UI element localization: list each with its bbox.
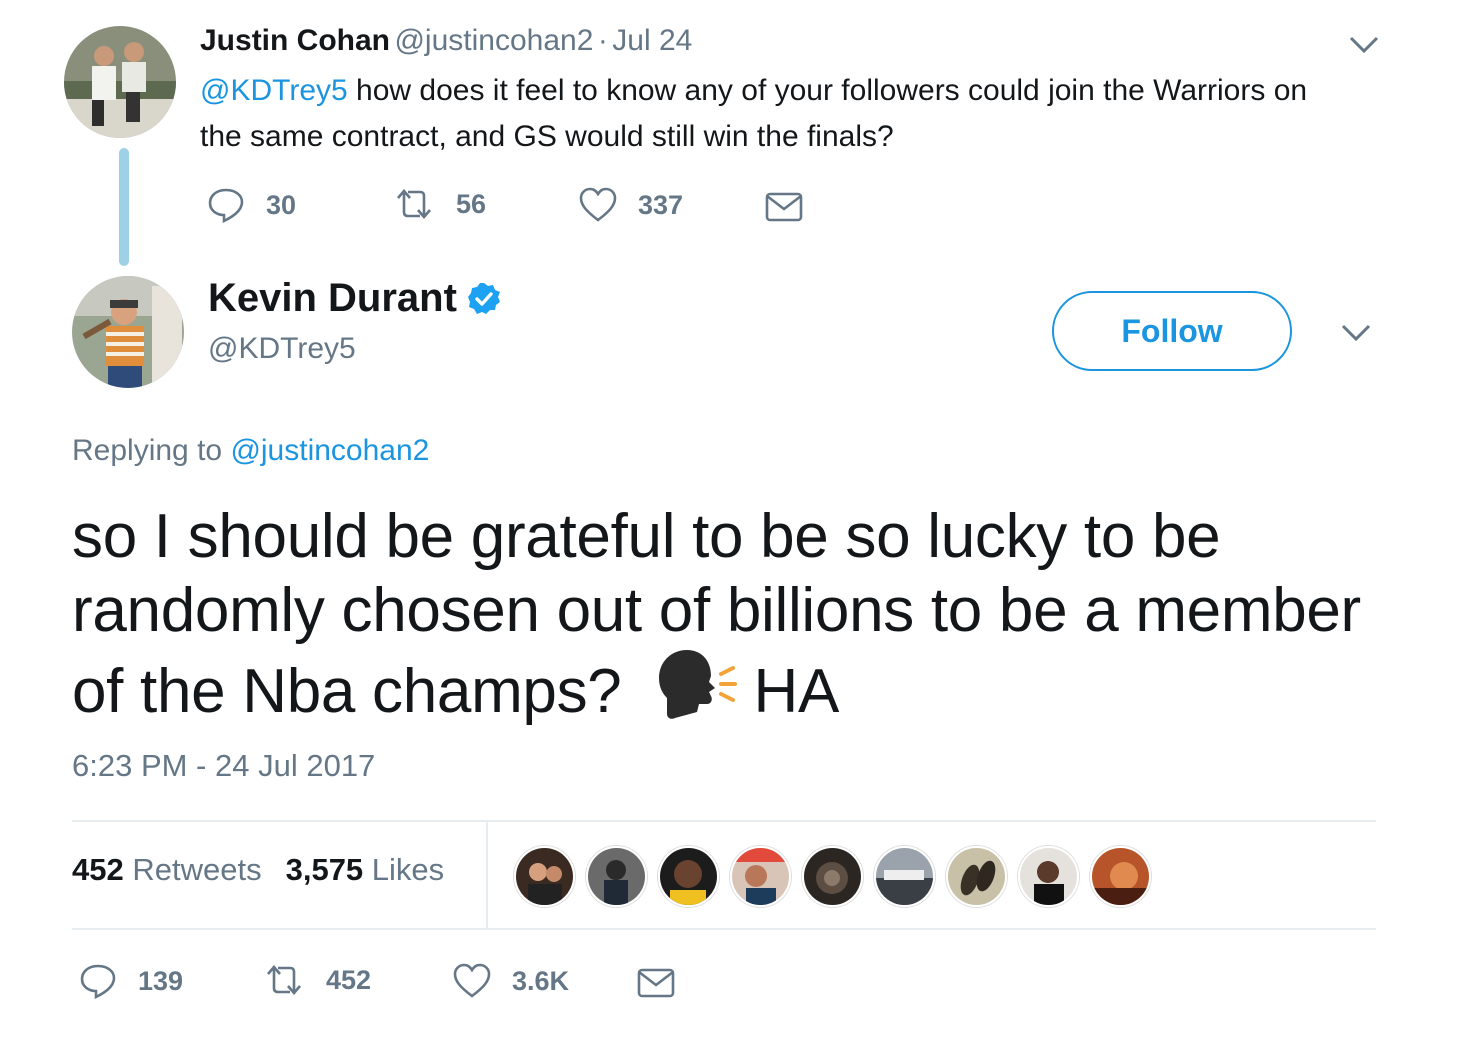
parent-like-button[interactable]: 337 [578,186,683,224]
parent-tweet-body: how does it feel to know any of your fol… [200,74,1308,153]
tweet-timestamp[interactable]: 6:23 PM - 24 Jul 2017 [72,748,375,784]
parent-tweet-text: @KDTrey5 how does it feel to know any of… [200,68,1320,160]
main-author-name-row: Kevin Durant [208,276,501,321]
parent-author-handle[interactable]: @justincohan2 [394,24,593,57]
parent-date[interactable]: Jul 24 [612,24,692,57]
likers-avatars [514,846,1151,907]
divider-bottom [72,928,1376,930]
heart-icon [453,963,491,998]
reply-icon [208,188,244,224]
parent-separator: · [597,24,608,57]
replying-to-link[interactable]: @justincohan2 [230,434,429,467]
retweets-stat-label: Retweets [132,852,262,887]
main-like-button[interactable]: 3.6K [452,962,569,1000]
parent-tweet-menu-chevron-icon[interactable] [1348,34,1380,61]
liker-avatar[interactable] [730,846,791,907]
divider-top [72,820,1376,822]
main-retweet-button[interactable]: 452 [262,962,371,998]
main-reply-count: 139 [138,965,184,996]
tweet-stats: 452 Retweets 3,575 Likes [72,852,444,888]
envelope-icon [637,968,675,998]
retweet-icon [267,965,301,995]
retweets-stat[interactable]: 452 Retweets [72,852,262,888]
main-tweet-ha: HA [753,657,840,726]
speaking-head-icon [653,648,743,739]
main-like-count: 3.6K [512,965,570,996]
replying-to: Replying to @justincohan2 [72,434,429,468]
parent-mention-link[interactable]: @KDTrey5 [200,74,348,107]
parent-retweet-button[interactable]: 56 [392,186,486,222]
reply-icon [80,964,116,1000]
stats-divider [486,822,488,928]
avatar-kevin-durant[interactable] [72,276,184,388]
thread-line [119,148,129,266]
main-retweet-count: 452 [326,964,372,995]
liker-avatar[interactable] [658,846,719,907]
parent-tweet-header: Justin Cohan @justincohan2 · Jul 24 [200,24,692,58]
liker-avatar[interactable] [1090,846,1151,907]
envelope-icon [765,192,803,222]
liker-avatar[interactable] [874,846,935,907]
verified-badge-icon [467,282,500,314]
parent-retweet-count: 56 [456,188,487,219]
main-author-name[interactable]: Kevin Durant [208,276,457,321]
replying-prefix: Replying to [72,434,223,467]
main-tweet-text: so I should be grateful to be so lucky t… [72,500,1372,739]
main-reply-button[interactable]: 139 [78,962,183,1000]
liker-avatar[interactable] [802,846,863,907]
liker-avatar[interactable] [946,846,1007,907]
main-tweet-menu-chevron-icon[interactable] [1340,322,1372,349]
retweets-stat-count: 452 [72,852,124,887]
likes-stat-count: 3,575 [285,852,364,887]
parent-author-name[interactable]: Justin Cohan [200,24,390,57]
heart-icon [579,187,617,222]
liker-avatar[interactable] [514,846,575,907]
liker-avatar[interactable] [586,846,647,907]
main-author-handle[interactable]: @KDTrey5 [208,332,356,366]
retweet-icon [397,189,431,219]
likes-stat[interactable]: 3,575 Likes [286,852,445,888]
liker-avatar[interactable] [1018,846,1079,907]
parent-dm-button[interactable] [764,190,804,224]
avatar-justin-cohan[interactable] [64,26,176,138]
parent-reply-count: 30 [266,189,297,220]
main-dm-button[interactable] [636,966,676,1000]
parent-like-count: 337 [638,189,684,220]
follow-button[interactable]: Follow [1052,291,1292,371]
parent-reply-button[interactable]: 30 [206,186,296,224]
likes-stat-label: Likes [371,852,445,887]
